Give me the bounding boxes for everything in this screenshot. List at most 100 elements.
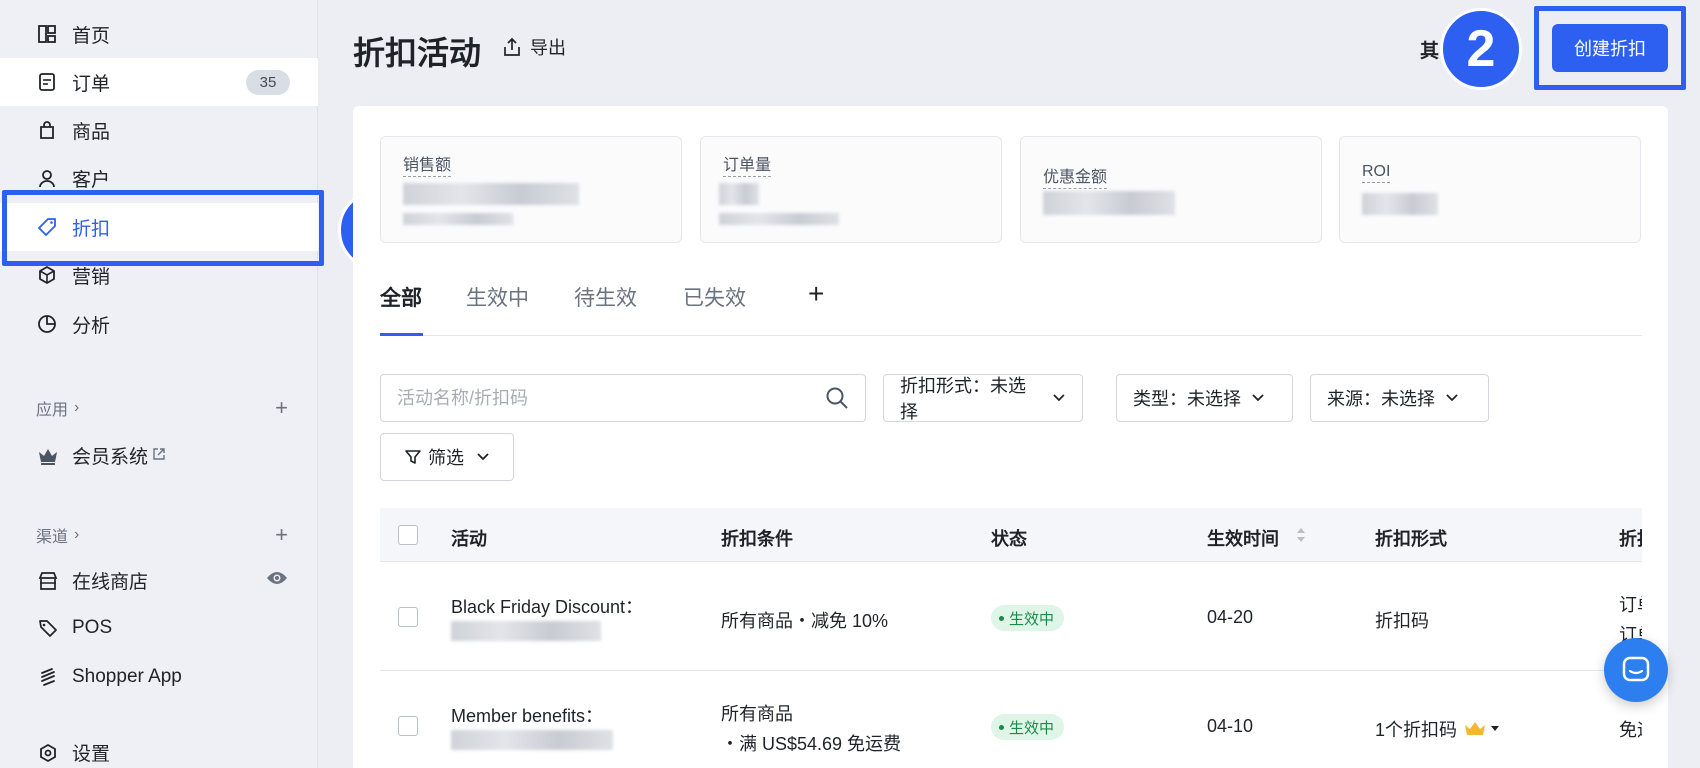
select-all-checkbox[interactable]: [398, 525, 418, 545]
extra-line-1: 订单: [1619, 595, 1642, 615]
sidebar-item-online-store[interactable]: 在线商店: [36, 567, 288, 594]
table-row[interactable]: Member benefits： 所有商品 ・满 US$54.69 免运费 生效…: [380, 672, 1642, 768]
source-dropdown[interactable]: 来源：未选择: [1310, 374, 1489, 422]
bag-icon: [36, 119, 58, 141]
eye-icon[interactable]: [266, 570, 288, 592]
store-icon: [36, 569, 60, 593]
sidebar-item-label: POS: [72, 617, 113, 638]
status-label: 生效中: [1009, 719, 1055, 737]
dropdown-label: 来源：未选择: [1327, 389, 1435, 409]
column-header-form: 折扣形式: [1375, 529, 1447, 549]
export-icon: [504, 37, 520, 56]
column-header-extra: 折扣: [1619, 529, 1642, 549]
sidebar-item-pos[interactable]: POS: [36, 616, 112, 640]
export-label: 导出: [530, 38, 566, 58]
add-channel-icon[interactable]: +: [275, 522, 288, 548]
blurred-value: [1362, 193, 1438, 215]
discount-form-label: 1个折扣码: [1375, 720, 1458, 740]
condition-subtext: ・满 US$54.69 免运费: [721, 734, 902, 754]
tab-active[interactable]: 生效中: [466, 282, 529, 312]
channels-header-label: 渠道: [36, 529, 69, 546]
sidebar-item-orders[interactable]: 订单 35: [0, 58, 318, 106]
status-badge: 生效中: [991, 605, 1065, 631]
stat-card-sales: 销售额: [380, 136, 682, 243]
extra-line-1: 免运: [1619, 720, 1642, 740]
blurred-value: [1043, 191, 1175, 215]
stat-label: ROI: [1362, 163, 1391, 183]
caret-down-icon: [1491, 726, 1500, 731]
add-app-icon[interactable]: +: [275, 395, 288, 421]
add-tab-button[interactable]: +: [808, 278, 824, 310]
chevron-right-icon: ›: [74, 526, 80, 543]
sidebar-item-label: 会员系统: [72, 447, 149, 468]
stat-card-roi: ROI: [1339, 136, 1641, 243]
blurred-value: [719, 183, 759, 205]
tab-scheduled[interactable]: 待生效: [574, 282, 637, 312]
tab-divider: [380, 335, 1642, 336]
sidebar-item-label: 首页: [72, 25, 111, 47]
blurred-value: [403, 183, 579, 205]
column-header-date[interactable]: 生效时间: [1207, 525, 1279, 551]
user-icon: [36, 167, 58, 189]
sidebar-item-products[interactable]: 商品: [0, 106, 318, 154]
discount-form-dropdown[interactable]: 折扣形式：未选择: [883, 374, 1083, 422]
sidebar-item-membership[interactable]: 会员系统: [36, 442, 166, 469]
filter-button[interactable]: 筛选: [380, 433, 514, 481]
effective-date: 04-10: [1207, 716, 1254, 736]
active-tab-indicator: [380, 333, 423, 336]
status-label: 生效中: [1009, 610, 1055, 628]
tab-all[interactable]: 全部: [380, 282, 422, 312]
page-title: 折扣活动: [353, 35, 482, 71]
sidebar-item-home[interactable]: 首页: [0, 10, 318, 58]
crown-icon: [36, 444, 60, 468]
effective-date: 04-20: [1207, 607, 1254, 627]
funnel-icon: [405, 450, 421, 464]
apps-header-label: 应用: [36, 402, 69, 419]
table-row[interactable]: Black Friday Discount： 所有商品・减免 10% 生效中 0…: [380, 563, 1642, 671]
sort-icon[interactable]: [1296, 526, 1306, 549]
tab-expired[interactable]: 已失效: [683, 282, 746, 312]
export-button[interactable]: 导出: [502, 34, 566, 60]
activity-name[interactable]: Member benefits：: [451, 702, 603, 728]
blurred-code: [451, 730, 613, 750]
sidebar-item-analytics[interactable]: 分析: [0, 300, 318, 348]
status-badge: 生效中: [991, 714, 1065, 740]
type-dropdown[interactable]: 类型：未选择: [1116, 374, 1293, 422]
chat-icon: [1622, 656, 1650, 682]
pos-tag-icon: [36, 616, 60, 640]
more-actions-button[interactable]: 其: [1420, 36, 1439, 63]
discount-form[interactable]: 1个折扣码: [1375, 716, 1500, 742]
sidebar-item-label: Shopper App: [72, 666, 182, 687]
activity-name[interactable]: Black Friday Discount：: [451, 593, 643, 619]
pie-chart-icon: [36, 313, 58, 335]
stat-label: 订单量: [723, 151, 772, 177]
blurred-subvalue: [719, 213, 839, 225]
external-link-icon: [152, 445, 166, 467]
search-box: [380, 374, 866, 422]
stat-card-discount-amount: 优惠金额: [1020, 136, 1322, 243]
blurred-code: [451, 621, 601, 641]
chevron-down-icon: [477, 453, 489, 461]
blurred-subvalue: [403, 213, 513, 225]
step-1-highlight: [2, 190, 324, 266]
channels-section-header[interactable]: 渠道 › +: [36, 522, 288, 548]
stat-label: 优惠金额: [1043, 163, 1108, 189]
table-header: 活动 折扣条件 状态 生效时间 折扣形式 折扣: [380, 508, 1642, 562]
sidebar-item-settings[interactable]: 设置: [36, 739, 110, 766]
search-input[interactable]: [381, 375, 801, 421]
condition-text: 所有商品: [721, 704, 793, 724]
sidebar-item-shopper-app[interactable]: Shopper App: [36, 665, 182, 689]
apps-section-header[interactable]: 应用 › +: [36, 395, 288, 421]
row-checkbox[interactable]: [398, 607, 418, 627]
status-dot: [999, 724, 1004, 730]
search-icon[interactable]: [825, 386, 849, 415]
sidebar-item-label: 订单: [72, 73, 111, 95]
column-header-activity: 活动: [451, 529, 487, 549]
column-header-status: 状态: [991, 529, 1027, 549]
chevron-down-icon: [1446, 394, 1458, 402]
sidebar-item-label: 商品: [72, 121, 111, 143]
sidebar-item-label: 分析: [72, 315, 111, 337]
create-discount-button[interactable]: 创建折扣: [1552, 24, 1668, 72]
chat-launcher-button[interactable]: [1604, 638, 1668, 702]
row-checkbox[interactable]: [398, 716, 418, 736]
